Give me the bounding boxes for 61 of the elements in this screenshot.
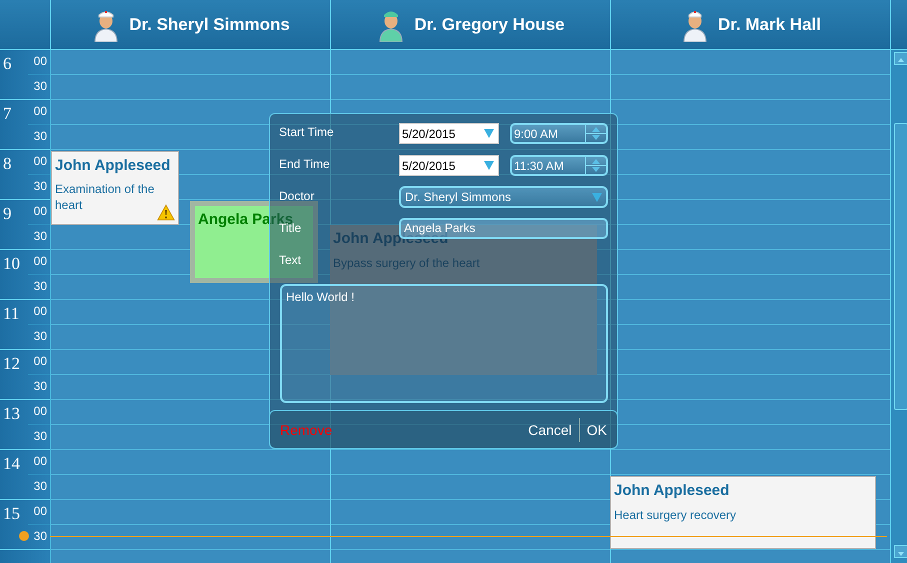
minute-label: 00 [32,353,48,370]
minute-label: 30 [28,124,50,149]
hour-label: 12 [3,354,20,374]
scrollbar[interactable] [890,50,907,563]
minute-label: 30 [28,374,50,399]
minute-label: 00 [32,403,48,420]
appointment-text: Examination of the heart [55,181,156,213]
minute-label: 00 [32,153,48,170]
hour-label: 15 [3,504,20,524]
minute-label: 30 [28,224,50,249]
doctor-name: Dr. Mark Hall [718,14,821,34]
field-label: Start Time [279,125,334,139]
minute-label: 00 [32,103,48,120]
scroll-up-icon[interactable] [894,52,907,65]
appointment-title: John Appleseed [614,482,730,500]
spinner-icon[interactable] [585,157,606,174]
scroll-thumb[interactable] [894,123,907,410]
doctor-dropdown[interactable]: Dr. Sheryl Simmons [399,186,608,208]
appointment-card[interactable]: John Appleseed Examination of the heart [51,151,179,225]
doctor-name: Dr. Sheryl Simmons [129,14,290,34]
minute-label: 00 [32,453,48,470]
appointment-title: John Appleseed [55,157,170,175]
hour-label: 13 [3,404,20,424]
spinner-icon[interactable] [585,125,606,142]
dropdown-icon [592,193,602,202]
hour-label: 8 [3,154,12,174]
hour-label: 10 [3,254,20,274]
minute-label: 00 [32,53,48,70]
date-field[interactable]: 5/20/2015 [399,123,499,144]
minute-label: 30 [28,474,50,499]
time-field[interactable]: 11:30 AM [510,155,608,176]
minute-label: 30 [28,324,50,349]
time-field[interactable]: 9:00 AM [510,123,608,144]
scroll-down-icon[interactable] [894,545,907,558]
appointment-card[interactable]: John Appleseed Heart surgery recovery [610,476,876,549]
minute-label: 30 [28,424,50,449]
dropdown-icon [484,161,494,170]
minute-label: 30 [28,174,50,199]
field-label: Doctor [279,189,314,203]
hour-label: 9 [3,204,12,224]
appointment-text: Bypass surgery of the heart [333,255,480,271]
hour-label: 11 [3,304,20,324]
minute-label: 00 [32,303,48,320]
dialog-button[interactable]: Cancel [524,420,576,440]
text-field[interactable]: Hello World ! [280,284,608,403]
hour-label: 6 [3,54,12,74]
hour-label: 14 [3,454,20,474]
minute-label: 30 [28,74,50,99]
dialog-button[interactable]: OK [582,420,611,440]
minute-label: 00 [32,203,48,220]
minute-label: 00 [32,503,48,520]
doctor-name: Dr. Gregory House [414,14,565,34]
appointment-text: Heart surgery recovery [614,507,736,523]
field-label: Text [279,253,302,267]
minute-label: 30 [28,274,50,299]
title-field[interactable]: Angela Parks [399,218,608,239]
dropdown-icon [484,129,494,138]
hour-label: 7 [3,104,12,124]
field-label: End Time [279,157,330,171]
minute-label: 00 [32,253,48,270]
date-field[interactable]: 5/20/2015 [399,155,499,176]
